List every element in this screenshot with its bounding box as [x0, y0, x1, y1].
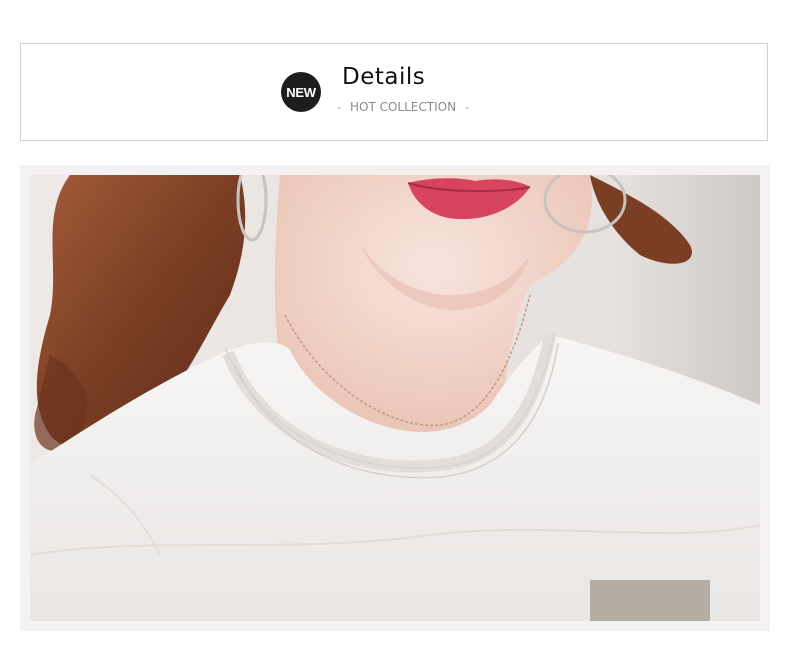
- subtitle-text: HOT COLLECTION: [349, 100, 457, 114]
- product-photo-frame: [20, 165, 770, 631]
- section-subtitle: - HOT COLLECTION -: [337, 100, 469, 114]
- product-photo: [30, 175, 760, 621]
- new-badge: NEW: [281, 72, 321, 112]
- section-header: NEW Details - HOT COLLECTION -: [20, 43, 768, 141]
- subtitle-dash-right: -: [465, 100, 470, 114]
- model-photo-illustration: [30, 175, 760, 621]
- subtitle-dash-left: -: [337, 100, 341, 114]
- section-title: Details: [342, 64, 426, 90]
